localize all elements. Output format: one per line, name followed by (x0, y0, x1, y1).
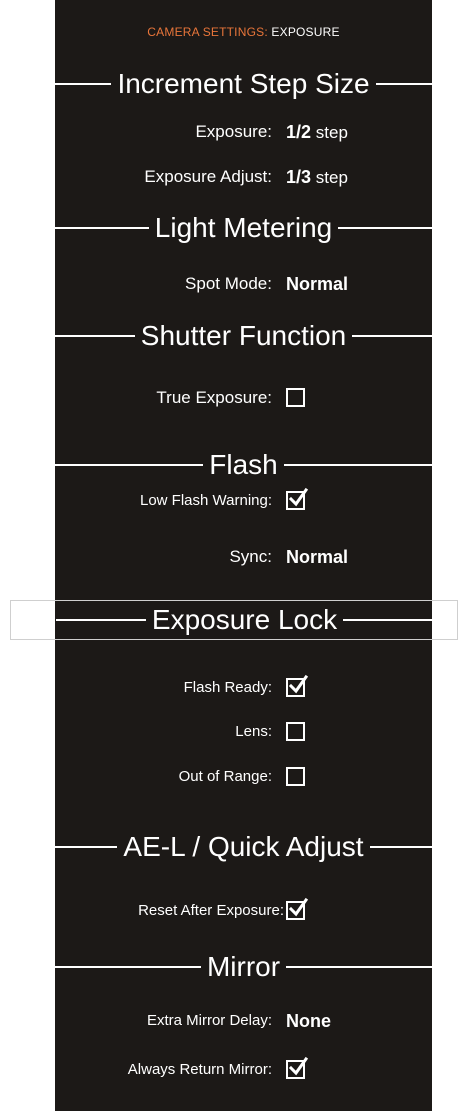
section-title: Increment Step Size (117, 68, 370, 99)
section-title: Exposure Lock (151, 604, 338, 635)
divider-line (55, 227, 149, 229)
setting-value[interactable]: 1/2 step (286, 120, 348, 145)
setting-label: Exposure Adjust: (144, 167, 272, 186)
section-exposure-lock: Exposure Lock (10, 600, 458, 640)
flash-ready-checkbox[interactable] (286, 674, 309, 697)
section-ae-l-quick-adjust: AE-L / Quick Adjust (55, 827, 432, 867)
divider-line (369, 846, 432, 848)
divider-line (375, 83, 432, 85)
divider-line (55, 464, 204, 466)
section-title: AE-L / Quick Adjust (123, 831, 364, 862)
divider-line (352, 335, 433, 337)
divider-line (283, 464, 432, 466)
divider-line (56, 619, 146, 621)
setting-label: Always Return Mirror: (127, 1061, 272, 1078)
setting-label: Flash Ready: (183, 679, 272, 696)
setting-label: Reset After Exposure: (138, 902, 284, 919)
setting-spot-mode[interactable]: Spot Mode: Normal (55, 272, 432, 296)
setting-true-exposure[interactable]: True Exposure: (55, 386, 432, 410)
setting-always-return-mirror[interactable]: Always Return Mirror: (55, 1056, 432, 1082)
setting-label: Sync: (229, 547, 272, 566)
checkmark-icon (288, 487, 309, 507)
section-shutter-function: Shutter Function (55, 316, 433, 356)
divider-line (343, 619, 433, 621)
always-return-mirror-checkbox[interactable] (286, 1056, 309, 1079)
reset-after-exposure-checkbox[interactable] (286, 897, 309, 920)
setting-label: Spot Mode: (185, 274, 272, 293)
setting-label: Lens: (235, 723, 272, 740)
setting-value[interactable]: Normal (286, 545, 348, 570)
section-title: Light Metering (154, 212, 333, 243)
setting-label: Exposure: (195, 122, 272, 141)
header-category: CAMERA SETTINGS: (147, 25, 268, 39)
setting-label: Low Flash Warning: (140, 492, 272, 509)
section-increment-step-size: Increment Step Size (55, 64, 432, 104)
setting-label: Extra Mirror Delay: (146, 1012, 272, 1029)
setting-low-flash-warning[interactable]: Low Flash Warning: (55, 487, 432, 513)
lens-checkbox[interactable] (286, 722, 305, 741)
header-page: EXPOSURE (271, 25, 340, 39)
divider-line (55, 335, 135, 337)
section-flash: Flash (55, 445, 432, 485)
checkmark-icon (288, 674, 309, 694)
setting-flash-ready[interactable]: Flash Ready: (55, 674, 432, 700)
setting-extra-mirror-delay[interactable]: Extra Mirror Delay: None (55, 1009, 432, 1033)
divider-line (55, 966, 201, 968)
true-exposure-checkbox[interactable] (286, 388, 305, 407)
setting-reset-after-exposure[interactable]: Reset After Exposure: (55, 897, 432, 923)
setting-value[interactable]: Normal (286, 272, 348, 297)
setting-label: Out of Range: (178, 768, 272, 785)
out-of-range-checkbox[interactable] (286, 767, 305, 786)
section-mirror: Mirror (55, 947, 432, 987)
setting-exposure[interactable]: Exposure: 1/2 step (55, 120, 432, 144)
page-header: CAMERA SETTINGS: EXPOSURE (55, 25, 432, 39)
divider-line (338, 227, 432, 229)
setting-value[interactable]: None (286, 1009, 331, 1034)
divider-line (55, 83, 112, 85)
divider-line (286, 966, 432, 968)
checkmark-icon (288, 897, 309, 917)
setting-label: True Exposure: (156, 388, 272, 407)
section-light-metering: Light Metering (55, 208, 432, 248)
section-title: Mirror (206, 951, 281, 982)
section-title: Flash (209, 449, 278, 480)
section-title: Shutter Function (140, 320, 347, 351)
setting-exposure-adjust[interactable]: Exposure Adjust: 1/3 step (55, 165, 432, 189)
setting-sync[interactable]: Sync: Normal (55, 545, 432, 569)
setting-lens[interactable]: Lens: (55, 720, 432, 744)
setting-out-of-range[interactable]: Out of Range: (55, 765, 432, 789)
divider-line (55, 846, 118, 848)
checkmark-icon (288, 1056, 309, 1076)
setting-value[interactable]: 1/3 step (286, 165, 348, 190)
low-flash-warning-checkbox[interactable] (286, 487, 309, 510)
